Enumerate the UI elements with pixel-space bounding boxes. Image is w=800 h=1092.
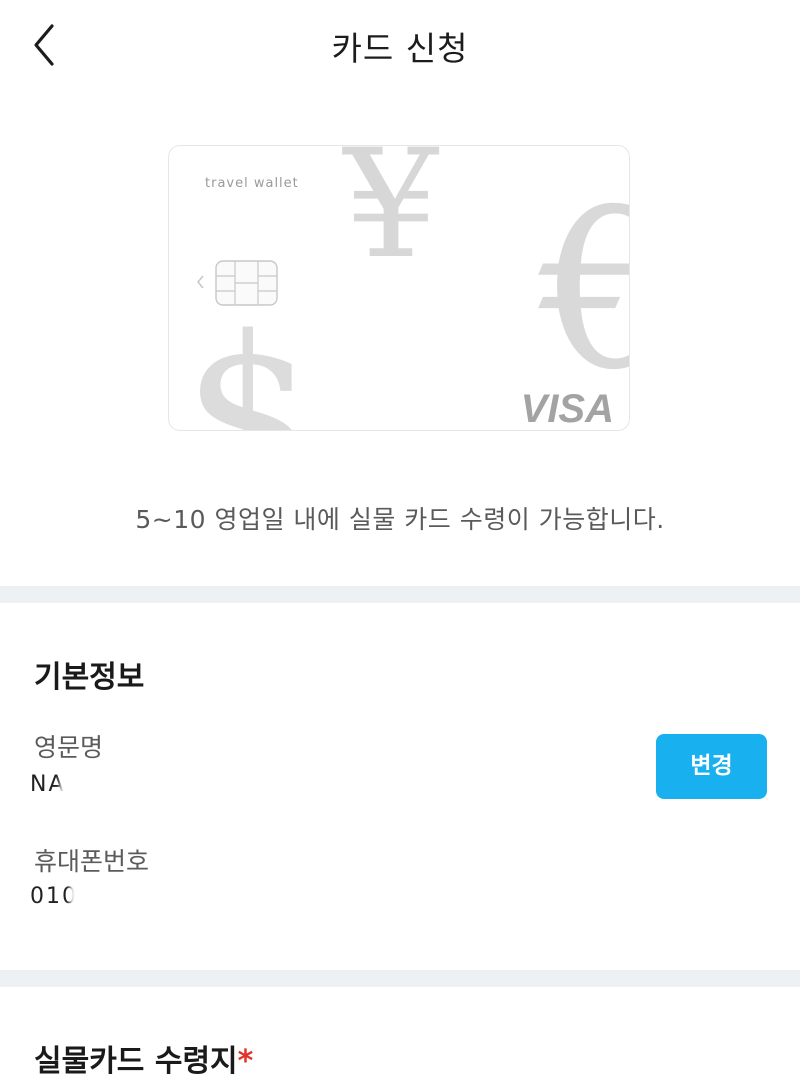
dollar-symbol: $ (182, 291, 316, 431)
delivery-notice: 5~10 영업일 내에 실물 카드 수령이 가능합니다. (135, 505, 665, 534)
page-title: 카드 신청 (331, 29, 469, 68)
euro-symbol: € (538, 162, 630, 418)
phone-label: 휴대폰번호 (34, 847, 150, 876)
yen-symbol: ¥ (341, 146, 439, 292)
english-name-mask (60, 770, 230, 800)
delivery-title: 실물카드 수령지* (34, 1036, 253, 1080)
section-divider-2 (0, 970, 800, 987)
english-name-label: 영문명 (34, 733, 104, 762)
card-brand-text: travel wallet (205, 176, 299, 191)
phone-mask (70, 882, 280, 914)
card-image: ¥ € $ VISA travel wallet (168, 145, 630, 431)
app-header: 카드 신청 (0, 0, 800, 92)
change-button[interactable]: 변경 (656, 734, 767, 799)
required-mark: * (237, 1044, 254, 1079)
basic-info-title: 기본정보 (34, 660, 145, 695)
section-divider (0, 586, 800, 603)
chip-icon (215, 260, 278, 306)
visa-logo: VISA (521, 387, 614, 431)
small-arrow-icon (197, 275, 204, 289)
delivery-title-text: 실물카드 수령지 (34, 1044, 238, 1079)
